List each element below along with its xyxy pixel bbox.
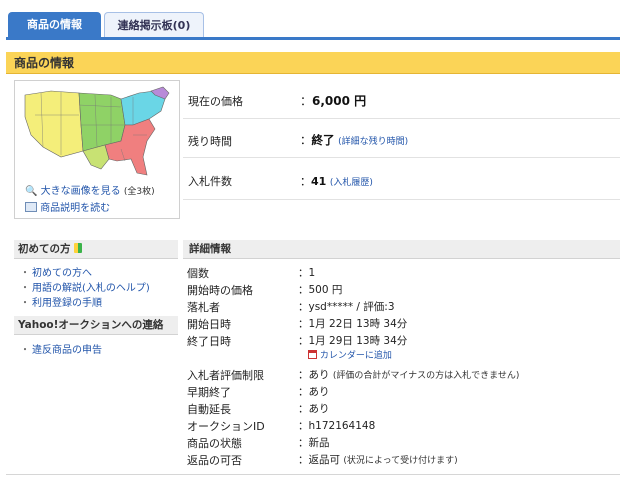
bottom-divider xyxy=(6,474,620,475)
detail-label: 開始日時 xyxy=(187,318,231,331)
bids-label: 入札件数 xyxy=(188,175,232,188)
section-title: 商品の情報 xyxy=(6,52,620,74)
detail-value: ：ysd***** / 評価:3 xyxy=(298,301,395,313)
detail-label: 個数 xyxy=(187,267,209,280)
detail-label: 自動延長 xyxy=(187,403,231,416)
detail-value: ：返品可 (状況によって受け付けます) xyxy=(298,454,458,466)
detail-label: 入札者評価制限 xyxy=(187,369,264,382)
detail-label: 終了日時 xyxy=(187,335,231,348)
row-divider xyxy=(183,157,620,158)
detail-value: ：あり (評価の合計がマイナスの方は入札できません) xyxy=(298,369,520,381)
enlarge-image-link[interactable]: 🔍 大きな画像を見る (全3枚) xyxy=(25,182,155,197)
us-map-image[interactable] xyxy=(21,85,171,179)
add-to-calendar-link[interactable]: カレンダーに追加 xyxy=(308,348,392,361)
calendar-icon xyxy=(308,350,317,359)
detail-value: ：500 円 xyxy=(298,284,343,296)
beginner-heading: 初めての方 xyxy=(14,240,178,259)
row-divider xyxy=(183,199,620,200)
sidebar-link-report[interactable]: ・違反商品の申告 xyxy=(20,341,102,356)
detail-label: 開始時の価格 xyxy=(187,284,253,297)
detail-label: オークションID xyxy=(187,420,265,433)
sidebar-link-beginner[interactable]: ・初めての方へ xyxy=(20,264,92,279)
beginner-leaf-icon xyxy=(74,243,83,253)
bid-history-link[interactable]: (入札履歴) xyxy=(330,178,373,188)
tab-underline xyxy=(6,37,620,40)
details-heading: 詳細情報 xyxy=(183,240,620,259)
detail-label: 返品の可否 xyxy=(187,454,242,467)
image-count: (全3枚) xyxy=(123,187,155,197)
detail-value: ：あり xyxy=(298,386,330,398)
detail-value: ：新品 xyxy=(298,437,330,449)
remaining-value: ：終了 (詳細な残り時間) xyxy=(300,133,409,147)
book-icon xyxy=(25,202,37,212)
tab-message-board[interactable]: 連絡掲示板(0) xyxy=(104,12,204,37)
sidebar-link-registration[interactable]: ・利用登録の手順 xyxy=(20,294,102,309)
magnifier-icon: 🔍 xyxy=(25,186,38,197)
detail-value: ：1 xyxy=(298,267,316,279)
sidebar-link-glossary[interactable]: ・用語の解説(入札のヘルプ) xyxy=(20,279,150,294)
detail-value: ：h172164148 xyxy=(298,420,376,432)
row-divider xyxy=(183,118,620,119)
price-value: ：6,000 円 xyxy=(300,94,367,108)
tab-item-info[interactable]: 商品の情報 xyxy=(8,12,101,37)
detail-value: ：あり xyxy=(298,403,330,415)
detail-label: 落札者 xyxy=(187,301,220,314)
enlarge-image-label[interactable]: 大きな画像を見る xyxy=(41,186,121,197)
detail-label: 商品の状態 xyxy=(187,437,242,450)
remaining-label: 残り時間 xyxy=(188,135,232,148)
detail-value: ：1月 29日 13時 34分 xyxy=(298,335,408,347)
detail-label: 早期終了 xyxy=(187,386,231,399)
bids-value: ：41 (入札履歴) xyxy=(300,175,373,188)
contact-heading: Yahoo!オークションへの連絡 xyxy=(14,316,178,335)
read-description-label[interactable]: 商品説明を読む xyxy=(40,203,110,214)
item-image-panel: 🔍 大きな画像を見る (全3枚) 商品説明を読む xyxy=(14,80,180,219)
price-label: 現在の価格 xyxy=(188,95,243,108)
read-description-link[interactable]: 商品説明を読む xyxy=(25,199,110,214)
remaining-detail-link[interactable]: (詳細な残り時間) xyxy=(338,137,408,147)
detail-value: ：1月 22日 13時 34分 xyxy=(298,318,408,330)
